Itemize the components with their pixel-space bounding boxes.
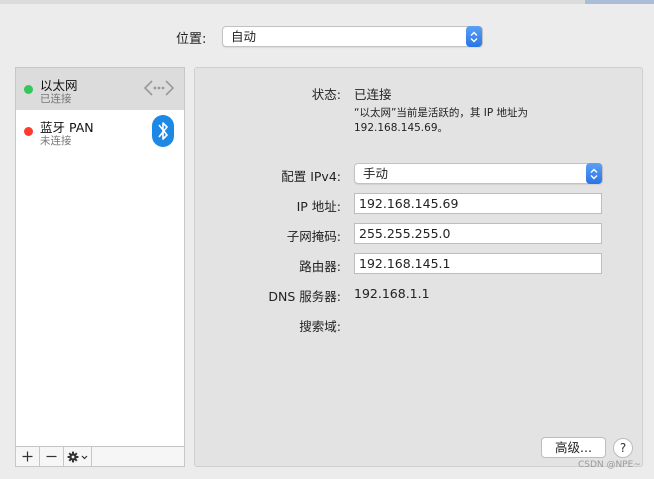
- help-button[interactable]: ?: [613, 438, 633, 458]
- router-label: 路由器:: [299, 259, 341, 274]
- service-item-ethernet[interactable]: 以太网 已连接: [16, 68, 184, 110]
- gear-menu-button[interactable]: [64, 447, 92, 466]
- ethernet-arrows-icon: [142, 74, 176, 105]
- status-description: “以太网”当前是活跃的，其 IP 地址为 192.168.145.69。: [354, 107, 528, 134]
- remove-service-button[interactable]: [40, 447, 64, 466]
- config-ipv4-label: 配置 IPv4:: [281, 169, 341, 184]
- service-item-bluetooth-pan[interactable]: 蓝牙 PAN 未连接: [16, 110, 184, 152]
- advanced-button[interactable]: 高级...: [541, 437, 606, 458]
- subnet-mask-label: 子网掩码:: [286, 229, 341, 244]
- location-select-value: 自动: [231, 29, 257, 44]
- config-ipv4-select[interactable]: 手动: [354, 163, 603, 184]
- add-service-button[interactable]: [16, 447, 40, 466]
- router-field[interactable]: [354, 253, 602, 274]
- up-down-arrows-icon: [466, 26, 482, 47]
- ip-address-input[interactable]: [355, 194, 601, 213]
- status-label: 状态:: [311, 87, 341, 102]
- gear-icon: [67, 451, 87, 462]
- dns-server-label: DNS 服务器:: [268, 289, 341, 304]
- status-value: 已连接: [354, 87, 392, 102]
- config-ipv4-value: 手动: [363, 166, 389, 181]
- search-domains-label: 搜索域:: [299, 319, 341, 334]
- service-list: 以太网 已连接 蓝牙 PAN 未连接: [15, 67, 185, 447]
- location-select[interactable]: 自动: [222, 26, 483, 47]
- bluetooth-icon: [152, 115, 174, 150]
- up-down-arrows-icon: [586, 163, 602, 184]
- plus-icon: [22, 451, 33, 462]
- subnet-mask-input[interactable]: [355, 224, 601, 243]
- service-status: 未连接: [40, 135, 72, 147]
- service-status: 已连接: [40, 93, 72, 105]
- watermark-text: CSDN @NPE~: [578, 460, 641, 470]
- router-input[interactable]: [355, 254, 601, 273]
- window-top-edge: [0, 0, 654, 4]
- ip-address-field[interactable]: [354, 193, 602, 214]
- window-top-highlight: [585, 0, 654, 4]
- status-dot-green: [24, 85, 33, 94]
- subnet-mask-field[interactable]: [354, 223, 602, 244]
- status-dot-red: [24, 127, 33, 136]
- ip-address-label: IP 地址:: [296, 199, 341, 214]
- location-label: 位置:: [176, 32, 207, 47]
- dns-server-value: 192.168.1.1: [354, 286, 430, 301]
- service-list-toolbar: [15, 446, 185, 467]
- minus-icon: [46, 455, 57, 458]
